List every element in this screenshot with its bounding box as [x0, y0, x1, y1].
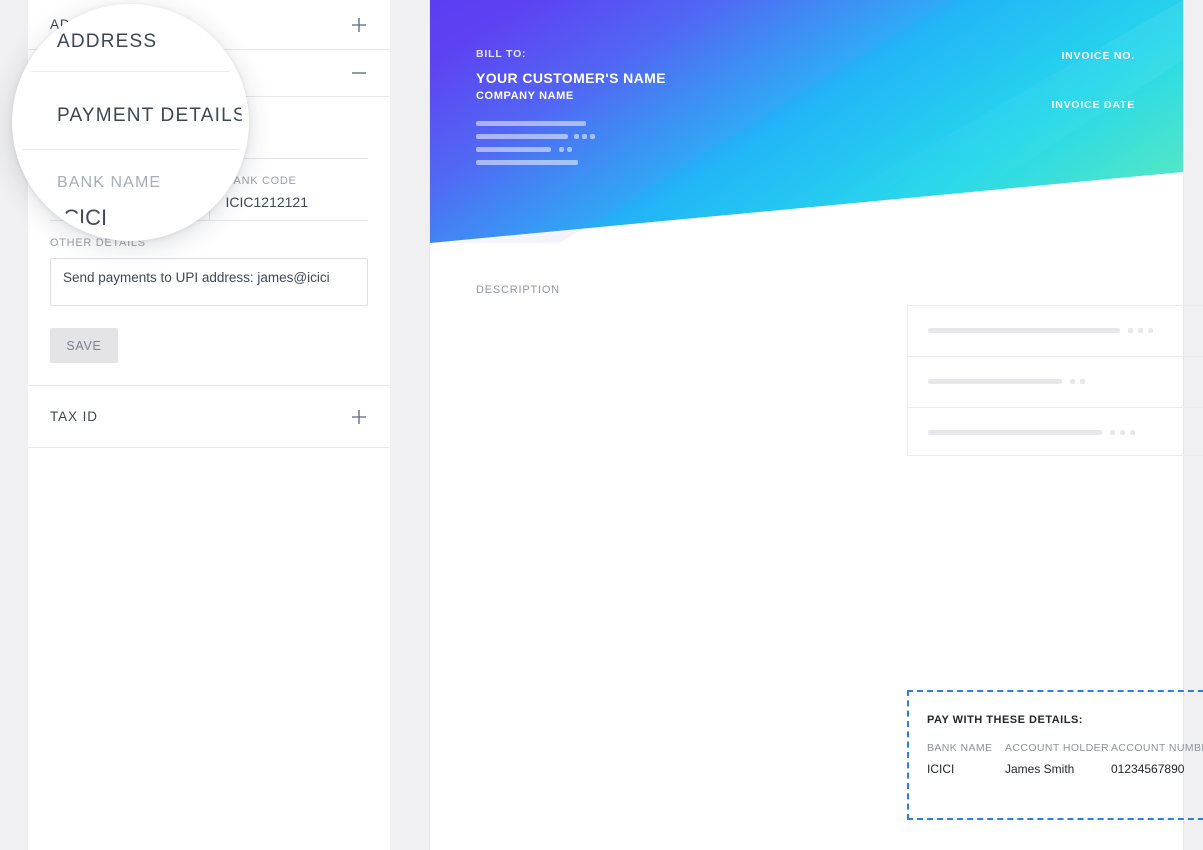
- description-placeholder: [928, 430, 1102, 435]
- description-placeholder-dot: [1120, 430, 1125, 435]
- table-row[interactable]: [908, 408, 1203, 458]
- pay-col-value: James Smith: [1005, 762, 1075, 776]
- company-name: COMPANY NAME: [476, 90, 574, 102]
- minus-icon[interactable]: [350, 64, 368, 82]
- plus-icon[interactable]: [350, 16, 368, 34]
- pay-col-value: 01234567890: [1111, 762, 1185, 776]
- magnifier-lens: ADDRESS PAYMENT DETAILS BANK NAME ICICI: [12, 4, 249, 241]
- bill-to-label: BILL TO:: [476, 48, 527, 60]
- pay-col-value: ICICI: [927, 762, 955, 776]
- address-placeholder-bar: [476, 121, 586, 126]
- magnified-bank-name-label: BANK NAME: [57, 174, 162, 191]
- magnified-payment-details-label: PAYMENT DETAILS: [57, 105, 242, 126]
- description-placeholder-dot: [1148, 328, 1153, 333]
- pay-details-title: PAY WITH THESE DETAILS:: [927, 714, 1083, 726]
- magnified-address-label: ADDRESS: [57, 31, 158, 52]
- save-button[interactable]: SAVE: [50, 328, 118, 363]
- pay-col-bank-name: BANK NAME ICICI: [927, 742, 993, 814]
- description-placeholder-dot: [1138, 328, 1143, 333]
- magnifier-lens-content: ADDRESS PAYMENT DETAILS BANK NAME ICICI: [19, 11, 242, 234]
- other-details-label: OTHER DETAILS: [50, 237, 146, 249]
- address-placeholder-dot: [582, 134, 587, 139]
- pay-col-account-holder: ACCOUNT HOLDER James Smith: [1005, 742, 1110, 814]
- address-placeholder-dot: [567, 147, 572, 152]
- address-placeholder-bar: [476, 160, 578, 165]
- address-placeholder-bar: [476, 147, 551, 152]
- description-placeholder-dot: [1080, 379, 1085, 384]
- pay-details-box: PAY WITH THESE DETAILS: BANK NAME ICICI …: [907, 690, 1203, 820]
- table-row[interactable]: [908, 357, 1203, 408]
- description-placeholder-dot: [1110, 430, 1115, 435]
- invoice-number-label: INVOICE NO.: [1061, 50, 1135, 62]
- pay-col-label: ACCOUNT HOLDER: [1005, 742, 1110, 754]
- description-placeholder-dot: [1070, 379, 1075, 384]
- address-placeholder-dot: [559, 147, 564, 152]
- description-placeholder-dot: [1128, 328, 1133, 333]
- pay-col-account-number: ACCOUNT NUMBER 01234567890: [1111, 742, 1203, 814]
- accordion-tax-id-title: TAX ID: [50, 409, 98, 424]
- invoice-date-label: INVOICE DATE: [1051, 99, 1135, 111]
- pay-details-columns: BANK NAME ICICI ACCOUNT HOLDER James Smi…: [927, 742, 1203, 814]
- pay-col-label: BANK NAME: [927, 742, 993, 754]
- bank-code-label: BANK CODE: [225, 175, 297, 187]
- plus-icon[interactable]: [350, 408, 368, 426]
- other-details-input[interactable]: Send payments to UPI address: james@icic…: [50, 258, 368, 306]
- description-placeholder: [928, 379, 1062, 384]
- pay-col-label: ACCOUNT NUMBER: [1111, 742, 1203, 754]
- line-items-table: [907, 305, 1203, 456]
- invoice-preview: BILL TO: YOUR CUSTOMER'S NAME COMPANY NA…: [430, 0, 1203, 850]
- description-placeholder: [928, 328, 1120, 333]
- app-stage: ADDRESS PAYMENT DETAILS BANK NAME ICICI …: [0, 0, 1203, 850]
- address-placeholder-dot: [574, 134, 579, 139]
- address-placeholder-bar: [476, 134, 568, 139]
- accordion-tax-id[interactable]: TAX ID: [28, 386, 390, 448]
- customer-name: YOUR CUSTOMER'S NAME: [476, 70, 666, 86]
- magnified-bank-name-value: ICICI: [57, 205, 108, 230]
- header-description: DESCRIPTION: [476, 284, 560, 296]
- table-row[interactable]: [908, 306, 1203, 357]
- address-placeholder-dot: [590, 134, 595, 139]
- description-placeholder-dot: [1130, 430, 1135, 435]
